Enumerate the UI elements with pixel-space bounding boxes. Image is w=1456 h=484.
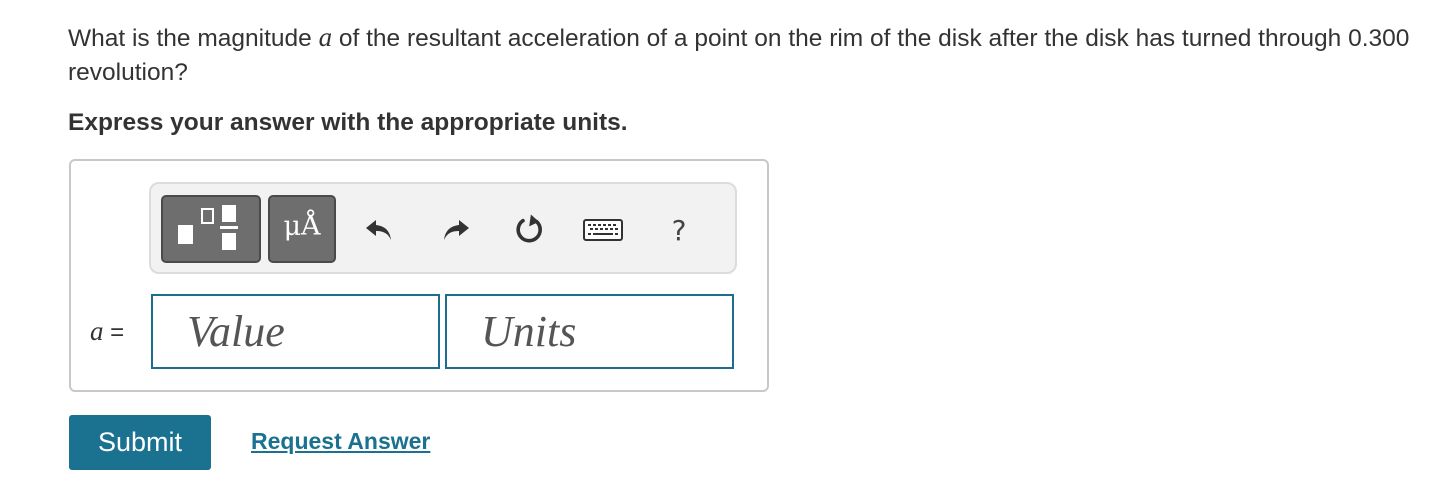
undo-button[interactable]: [357, 205, 401, 255]
question-text: What is the magnitude a of the resultant…: [68, 20, 1438, 90]
units-icon: μÅ: [283, 211, 321, 242]
value-placeholder: Value: [187, 307, 285, 356]
answer-variable-label: a =: [90, 316, 124, 347]
submit-button[interactable]: Submit: [69, 415, 211, 470]
help-button[interactable]: ?: [657, 205, 701, 255]
reset-button[interactable]: [508, 205, 552, 255]
units-button[interactable]: μÅ: [268, 195, 336, 263]
units-input[interactable]: Units: [445, 294, 734, 369]
answer-variable: a: [90, 316, 104, 346]
keyboard-icon: [583, 219, 623, 241]
value-input[interactable]: Value: [151, 294, 440, 369]
answer-equals: =: [110, 319, 125, 346]
question-prefix: What is the magnitude: [68, 25, 319, 52]
undo-icon: [366, 220, 391, 240]
help-icon: ?: [671, 213, 687, 247]
templates-button[interactable]: [161, 195, 261, 263]
keyboard-button[interactable]: [581, 205, 625, 255]
request-answer-link[interactable]: Request Answer: [251, 428, 430, 455]
templates-icon: [178, 205, 238, 250]
answer-instruction: Express your answer with the appropriate…: [68, 109, 628, 136]
question-variable: a: [318, 22, 333, 52]
units-placeholder: Units: [481, 307, 577, 356]
reset-icon: [516, 214, 542, 243]
redo-button[interactable]: [434, 205, 478, 255]
redo-icon: [444, 220, 469, 240]
